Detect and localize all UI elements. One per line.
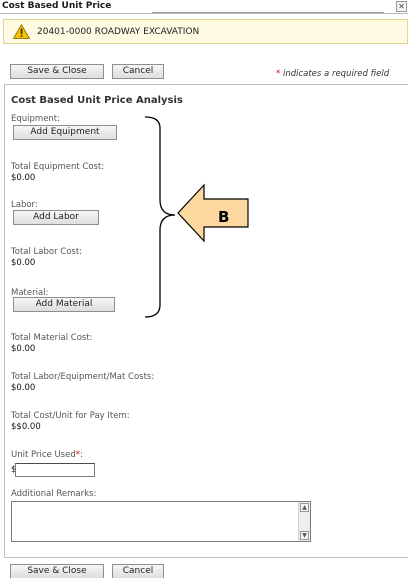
required-field-note: * indicates a required field [276, 69, 389, 79]
window-title: Cost Based Unit Price [2, 1, 112, 11]
cancel-button[interactable]: Cancel [112, 64, 164, 79]
add-equipment-button[interactable]: Add Equipment [13, 125, 117, 140]
callout-letter: B [218, 208, 230, 226]
item-banner: 20401-0000 ROADWAY EXCAVATION [3, 19, 408, 44]
total-per-unit-label: Total Cost/Unit for Pay Item: [11, 411, 130, 421]
add-material-button[interactable]: Add Material [13, 297, 115, 312]
equipment-label: Equipment: [11, 114, 61, 124]
page-title: Cost Based Unit Price Analysis [11, 95, 183, 106]
footer-cancel-button[interactable]: Cancel [112, 564, 164, 578]
add-labor-button[interactable]: Add Labor [13, 210, 99, 225]
labor-label: Labor: [11, 200, 38, 210]
save-close-button[interactable]: Save & Close [10, 64, 104, 79]
total-lem-value: $0.00 [11, 383, 36, 393]
total-lem-label: Total Labor/Equipment/Mat Costs: [11, 372, 155, 382]
total-equipment-label: Total Equipment Cost: [11, 162, 105, 172]
total-material-label: Total Material Cost: [11, 333, 93, 343]
item-banner-text: 20401-0000 ROADWAY EXCAVATION [37, 27, 200, 37]
footer-save-close-button[interactable]: Save & Close [10, 564, 104, 578]
required-star: * [276, 69, 281, 79]
unit-price-colon: : [79, 450, 83, 460]
close-icon[interactable]: ✕ [396, 1, 407, 12]
remarks-textarea[interactable]: ▲ ▼ [11, 501, 311, 542]
unit-price-label-text: Unit Price Used [11, 450, 76, 460]
total-labor-label: Total Labor Cost: [11, 247, 83, 257]
unit-price-input[interactable] [15, 463, 95, 477]
total-equipment-value: $0.00 [11, 173, 36, 183]
remarks-scrollbar[interactable]: ▲ ▼ [298, 502, 310, 541]
total-material-value: $0.00 [11, 344, 36, 354]
analysis-panel [4, 84, 408, 558]
title-divider [152, 12, 384, 13]
warning-icon [13, 24, 30, 39]
remarks-label: Additional Remarks: [11, 489, 97, 499]
window-titlebar: Cost Based Unit Price ✕ [0, 0, 408, 14]
unit-price-label: Unit Price Used*: [11, 450, 83, 460]
total-labor-value: $0.00 [11, 258, 36, 268]
scroll-up-icon[interactable]: ▲ [300, 503, 309, 512]
scroll-down-icon[interactable]: ▼ [300, 531, 309, 540]
required-note-text: indicates a required field [282, 69, 390, 79]
total-per-unit-value: $$0.00 [11, 422, 41, 432]
